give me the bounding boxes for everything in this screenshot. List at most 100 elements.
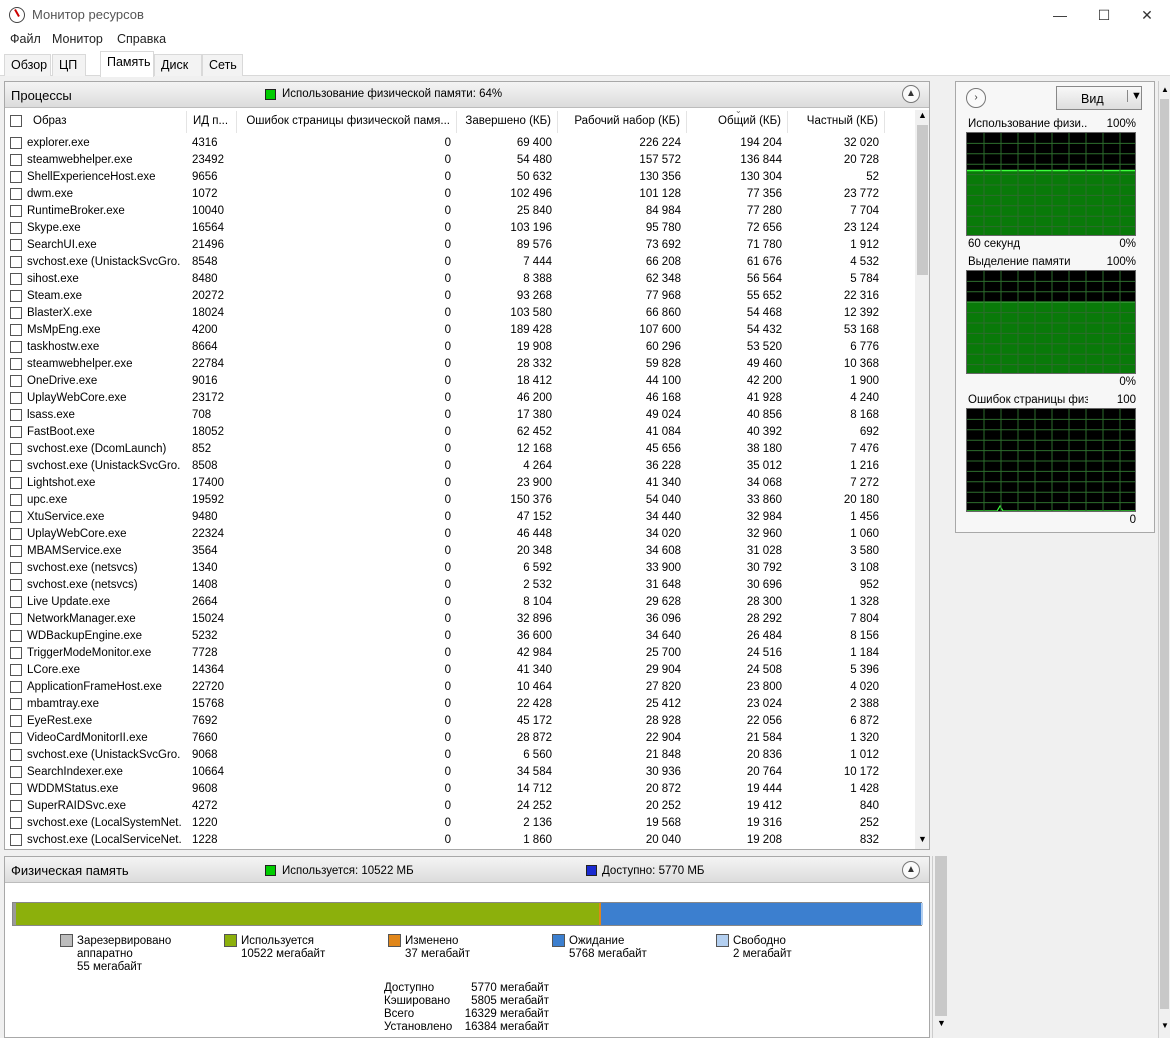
table-row[interactable]: WDBackupEngine.exe 5232 0 36 600 34 640 26 48… [5,628,913,645]
row-checkbox[interactable] [10,698,22,710]
table-row[interactable]: SearchUI.exe 21496 0 89 576 73 692 71 780 1 91… [5,237,913,254]
menu-file[interactable]: Файл [10,32,41,46]
row-checkbox[interactable] [10,205,22,217]
table-row[interactable]: MsMpEng.exe 4200 0 189 428 107 600 54 432 53 1… [5,322,913,339]
table-row[interactable]: sihost.exe 8480 0 8 388 62 348 56 564 5 784 [5,271,913,288]
table-row[interactable]: steamwebhelper.exe 22784 0 28 332 59 828 49 4… [5,356,913,373]
row-checkbox[interactable] [10,154,22,166]
table-row[interactable]: mbamtray.exe 15768 0 22 428 25 412 23 024 2 38… [5,696,913,713]
table-row[interactable]: svchost.exe (LocalServiceNet... 1228 0 1 86… [5,832,913,849]
row-checkbox[interactable] [10,409,22,421]
col-image-header[interactable]: Образ [27,111,187,133]
row-checkbox[interactable] [10,613,22,625]
table-row[interactable]: NetworkManager.exe 15024 0 32 896 36 096 28 2… [5,611,913,628]
row-checkbox[interactable] [10,817,22,829]
table-row[interactable]: ShellExperienceHost.exe 9656 0 50 632 130 35… [5,169,913,186]
col-private-header[interactable]: Частный (КБ) [788,111,885,133]
tab-overview[interactable]: Обзор [4,54,51,76]
table-row[interactable]: RuntimeBroker.exe 10040 0 25 840 84 984 77 28… [5,203,913,220]
scroll-up-icon[interactable]: ▲ [918,110,927,120]
col-commit-header[interactable]: Завершено (КБ) [457,111,558,133]
table-row[interactable]: svchost.exe (UnistackSvcGro... 8548 0 7 444… [5,254,913,271]
table-row[interactable]: Skype.exe 16564 0 103 196 95 780 72 656 23 124 [5,220,913,237]
row-checkbox[interactable] [10,783,22,795]
row-checkbox[interactable] [10,273,22,285]
row-checkbox[interactable] [10,766,22,778]
scroll-thumb[interactable] [917,125,928,275]
table-row[interactable]: explorer.exe 4316 0 69 400 226 224 194 204 32 … [5,135,913,152]
row-checkbox[interactable] [10,732,22,744]
view-button[interactable]: Вид ▼ [1056,86,1142,110]
table-row[interactable]: UplayWebCore.exe 23172 0 46 200 46 168 41 928… [5,390,913,407]
row-checkbox[interactable] [10,579,22,591]
row-checkbox[interactable] [10,715,22,727]
table-row[interactable]: svchost.exe (netsvcs) 1408 0 2 532 31 648 30 … [5,577,913,594]
row-checkbox[interactable] [10,375,22,387]
chevron-right-icon[interactable]: › [966,88,986,108]
table-row[interactable]: ApplicationFrameHost.exe 22720 0 10 464 27 8… [5,679,913,696]
collapse-up-icon[interactable]: ▲ [902,85,920,103]
close-button[interactable]: ✕ [1124,0,1170,30]
row-checkbox[interactable] [10,324,22,336]
table-row[interactable]: VideoCardMonitorII.exe 7660 0 28 872 22 904 2… [5,730,913,747]
table-row[interactable]: LCore.exe 14364 0 41 340 29 904 24 508 5 396 [5,662,913,679]
collapse-up-icon[interactable]: ▲ [902,861,920,879]
row-checkbox[interactable] [10,290,22,302]
table-row[interactable]: lsass.exe 708 0 17 380 49 024 40 856 8 168 [5,407,913,424]
table-row[interactable]: FastBoot.exe 18052 0 62 452 41 084 40 392 692 [5,424,913,441]
table-row[interactable]: SearchIndexer.exe 10664 0 34 584 30 936 20 76… [5,764,913,781]
row-checkbox[interactable] [10,239,22,251]
tab-disk[interactable]: Диск [154,54,202,76]
table-row[interactable]: XtuService.exe 9480 0 47 152 34 440 32 984 1 4… [5,509,913,526]
graphs-scroll-down-icon[interactable]: ▼ [1161,1021,1169,1030]
graphs-scroll-thumb[interactable] [1160,99,1169,1009]
row-checkbox[interactable] [10,171,22,183]
col-working-set-header[interactable]: Рабочий набор (КБ) [558,111,687,133]
row-checkbox[interactable] [10,307,22,319]
row-checkbox[interactable] [10,188,22,200]
row-checkbox[interactable] [10,256,22,268]
processes-header[interactable]: Процессы Использование физической памяти… [5,82,929,108]
row-checkbox[interactable] [10,834,22,846]
table-row[interactable]: Live Update.exe 2664 0 8 104 29 628 28 300 1 3… [5,594,913,611]
table-row[interactable]: svchost.exe (LocalSystemNet... 1220 0 2 136… [5,815,913,832]
row-checkbox[interactable] [10,443,22,455]
tab-cpu[interactable]: ЦП [52,54,86,76]
window-scroll-down-icon[interactable]: ▼ [937,1018,946,1028]
graphs-scroll-up-icon[interactable]: ▲ [1161,85,1169,94]
table-row[interactable]: TriggerModeMonitor.exe 7728 0 42 984 25 700 2… [5,645,913,662]
table-row[interactable]: UplayWebCore.exe 22324 0 46 448 34 020 32 960… [5,526,913,543]
tab-memory[interactable]: Память [100,51,154,77]
processes-scrollbar[interactable]: ▲ ▼ [915,110,929,849]
table-row[interactable]: WDDMStatus.exe 9608 0 14 712 20 872 19 444 1 4… [5,781,913,798]
table-row[interactable]: Lightshot.exe 17400 0 23 900 41 340 34 068 7 2… [5,475,913,492]
physical-memory-header[interactable]: Физическая память Используется: 10522 МБ… [5,857,929,883]
row-checkbox[interactable] [10,630,22,642]
table-row[interactable]: svchost.exe (UnistackSvcGro... 9068 0 6 560… [5,747,913,764]
row-checkbox[interactable] [10,681,22,693]
table-row[interactable]: MBAMService.exe 3564 0 20 348 34 608 31 028 3 … [5,543,913,560]
table-row[interactable]: svchost.exe (netsvcs) 1340 0 6 592 33 900 30 … [5,560,913,577]
row-checkbox[interactable] [10,392,22,404]
table-row[interactable]: upc.exe 19592 0 150 376 54 040 33 860 20 180 [5,492,913,509]
row-checkbox[interactable] [10,647,22,659]
row-checkbox[interactable] [10,596,22,608]
row-checkbox[interactable] [10,528,22,540]
row-checkbox[interactable] [10,477,22,489]
table-row[interactable]: steamwebhelper.exe 23492 0 54 480 157 572 136… [5,152,913,169]
table-row[interactable]: taskhostw.exe 8664 0 19 908 60 296 53 520 6 77… [5,339,913,356]
row-checkbox[interactable] [10,800,22,812]
scroll-down-icon[interactable]: ▼ [918,834,927,844]
row-checkbox[interactable] [10,562,22,574]
window-scrollbar[interactable]: ▼ [932,856,948,1038]
minimize-button[interactable]: — [1037,0,1083,30]
table-row[interactable]: svchost.exe (DcomLaunch) 852 0 12 168 45 656… [5,441,913,458]
row-checkbox[interactable] [10,341,22,353]
table-row[interactable]: OneDrive.exe 9016 0 18 412 44 100 42 200 1 900 [5,373,913,390]
graphs-scrollbar[interactable]: ▲ ▼ [1158,81,1170,1038]
row-checkbox[interactable] [10,460,22,472]
col-pid-header[interactable]: ИД п... [187,111,237,133]
row-checkbox[interactable] [10,494,22,506]
row-checkbox[interactable] [10,426,22,438]
maximize-button[interactable]: ☐ [1081,0,1127,30]
